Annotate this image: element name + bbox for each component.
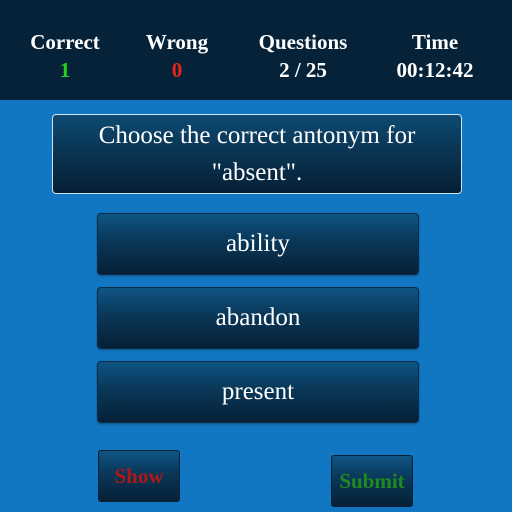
- answer-option-ability[interactable]: ability: [97, 213, 419, 275]
- show-button[interactable]: Show: [98, 450, 180, 502]
- questions-progress: 2 / 25: [279, 58, 327, 82]
- time-elapsed: 00:12:42: [396, 58, 474, 82]
- answer-option-label: abandon: [215, 304, 301, 331]
- wrong-count: 0: [171, 58, 183, 82]
- show-button-label: Show: [114, 463, 164, 488]
- submit-button-label: Submit: [339, 468, 405, 493]
- stat-wrong: Wrong 0: [117, 29, 237, 85]
- correct-count: 1: [59, 58, 71, 82]
- answer-option-abandon[interactable]: abandon: [97, 287, 419, 349]
- stat-time: Time 00:12:42: [375, 29, 495, 85]
- wrong-label: Wrong: [145, 30, 209, 54]
- questions-label: Questions: [258, 30, 348, 54]
- quiz-screen: Correct 1 Wrong 0 Questions 2 / 25 Time …: [0, 0, 512, 512]
- submit-button[interactable]: Submit: [331, 455, 413, 507]
- stat-correct: Correct 1: [5, 29, 125, 85]
- answer-option-label: ability: [226, 230, 290, 257]
- answer-option-label: present: [221, 378, 295, 405]
- time-label: Time: [411, 30, 459, 54]
- correct-label: Correct: [30, 30, 100, 54]
- stat-questions: Questions 2 / 25: [243, 29, 363, 85]
- question-box: Choose the correct antonym for "absent".: [52, 114, 462, 194]
- question-text: Choose the correct antonym for "absent".: [98, 122, 416, 186]
- answer-option-present[interactable]: present: [97, 361, 419, 423]
- score-header: Correct 1 Wrong 0 Questions 2 / 25 Time …: [0, 0, 512, 100]
